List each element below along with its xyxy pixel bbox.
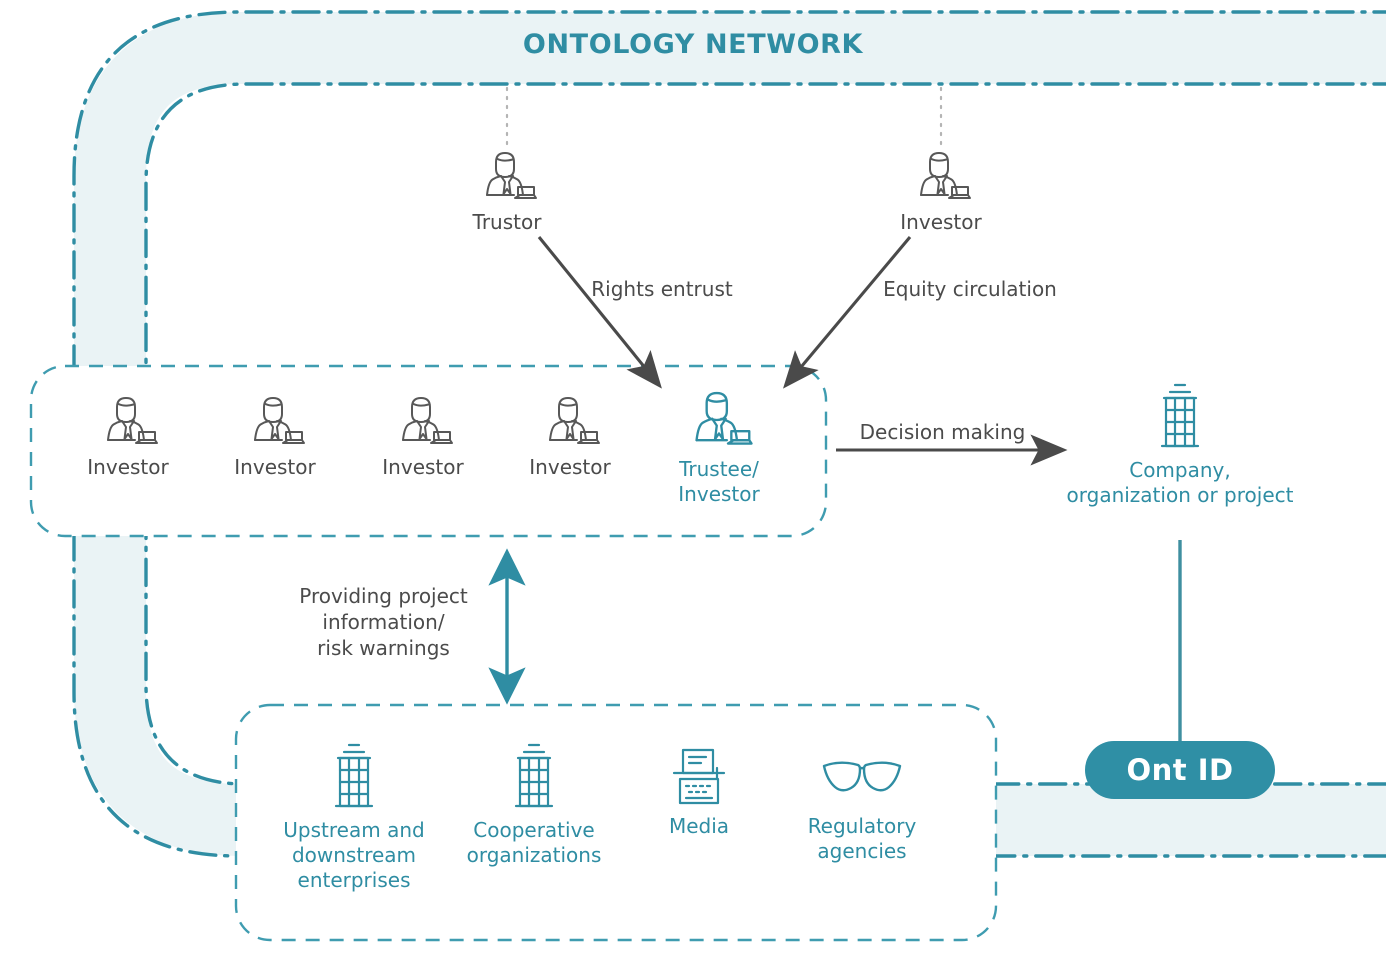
edge-label-decision-making: Decision making xyxy=(859,420,1026,444)
node-label: Investor xyxy=(382,455,464,479)
building-icon xyxy=(514,743,554,808)
arrow-equity-circulation xyxy=(783,236,912,389)
node-media[interactable]: Media xyxy=(626,746,772,839)
band-title: ONTOLOGY NETWORK xyxy=(522,29,864,60)
businessperson-icon xyxy=(107,397,158,444)
node-label: Media xyxy=(668,814,730,838)
businessperson-icon xyxy=(695,391,753,445)
ont-id-badge[interactable]: Ont ID xyxy=(1085,741,1275,799)
edge-label-equity-circulation: Equity circulation xyxy=(883,277,1057,301)
businessperson-icon xyxy=(486,152,537,199)
edge-label-providing-project-information: Providing project information/ risk warn… xyxy=(299,584,468,660)
building-icon xyxy=(1160,383,1200,448)
node-label: Cooperative organizations xyxy=(466,818,602,867)
node-investor-3[interactable]: Investor xyxy=(357,393,489,480)
node-label: Investor xyxy=(234,455,316,479)
businessperson-icon xyxy=(920,152,971,199)
edge-label-rights-entrust: Rights entrust xyxy=(591,277,733,301)
node-company[interactable]: Company, organization or project xyxy=(1063,382,1297,508)
node-label: Trustor xyxy=(472,210,542,234)
node-label: Upstream and downstream enterprises xyxy=(283,818,425,892)
businessperson-icon xyxy=(549,397,600,444)
node-investor-1[interactable]: Investor xyxy=(62,393,194,480)
ontology-network-diagram: ONTOLOGY NETWORK Trustor Investor Rights… xyxy=(0,0,1386,955)
building-icon xyxy=(334,743,374,808)
node-label: Investor xyxy=(87,455,169,479)
node-label: Regulatory agencies xyxy=(807,814,917,863)
node-investor-2[interactable]: Investor xyxy=(209,393,341,480)
arrow-rights-entrust xyxy=(537,236,662,389)
node-trustee-investor[interactable]: Trustee/ Investor xyxy=(651,387,787,507)
businessperson-icon xyxy=(402,397,453,444)
node-label: Investor xyxy=(529,455,611,479)
node-label: Investor xyxy=(900,210,982,234)
node-trustor[interactable]: Trustor xyxy=(437,148,577,235)
node-cooperative-organizations[interactable]: Cooperative organizations xyxy=(452,742,616,868)
node-upstream-downstream-enterprises[interactable]: Upstream and downstream enterprises xyxy=(272,742,436,893)
glasses-icon xyxy=(822,761,902,792)
node-investor-top[interactable]: Investor xyxy=(871,148,1011,235)
node-regulatory-agencies[interactable]: Regulatory agencies xyxy=(786,752,938,864)
node-investor-4[interactable]: Investor xyxy=(504,393,636,480)
typewriter-icon xyxy=(672,748,726,805)
node-label: Company, organization or project xyxy=(1066,458,1294,507)
businessperson-icon xyxy=(254,397,305,444)
node-label: Trustee/ Investor xyxy=(678,457,760,506)
